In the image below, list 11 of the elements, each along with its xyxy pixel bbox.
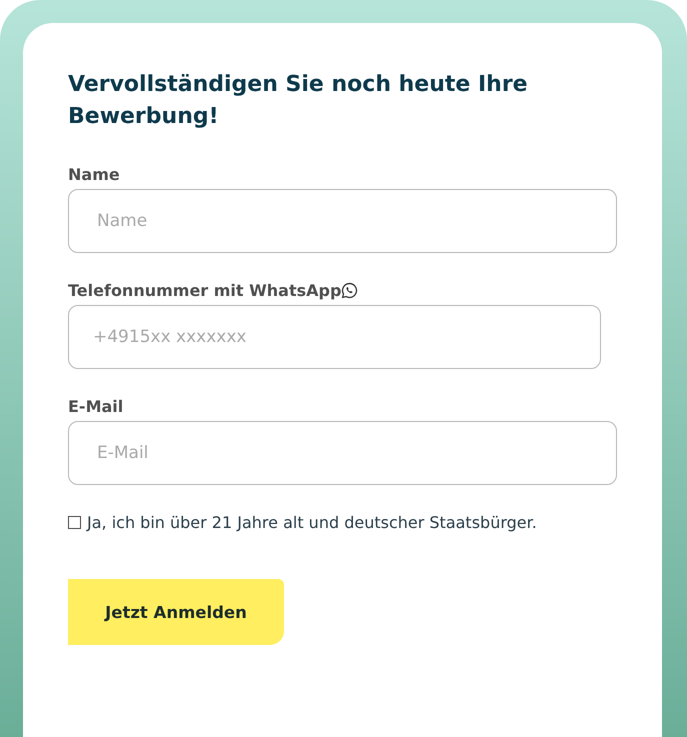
whatsapp-icon	[341, 282, 358, 299]
field-label: E-Mail	[68, 397, 124, 416]
field-label: Telefonnummer mit WhatsApp	[68, 281, 342, 300]
field-label: Name	[68, 165, 120, 184]
input-field[interactable]: +4915xx xxxxxxx	[68, 305, 601, 369]
checkbox-label: Ja, ich bin über 21 Jahre alt und deutscher Staatsbürger.	[87, 513, 537, 532]
form-title: Vervollständigen Sie noch heute Ihre Bewerbung!	[68, 71, 529, 131]
input-field[interactable]: Name	[68, 189, 617, 253]
input-field[interactable]: E-Mail	[68, 421, 617, 485]
submit-button[interactable]: Jetzt Anmelden	[68, 579, 284, 645]
checkbox[interactable]	[68, 516, 81, 529]
